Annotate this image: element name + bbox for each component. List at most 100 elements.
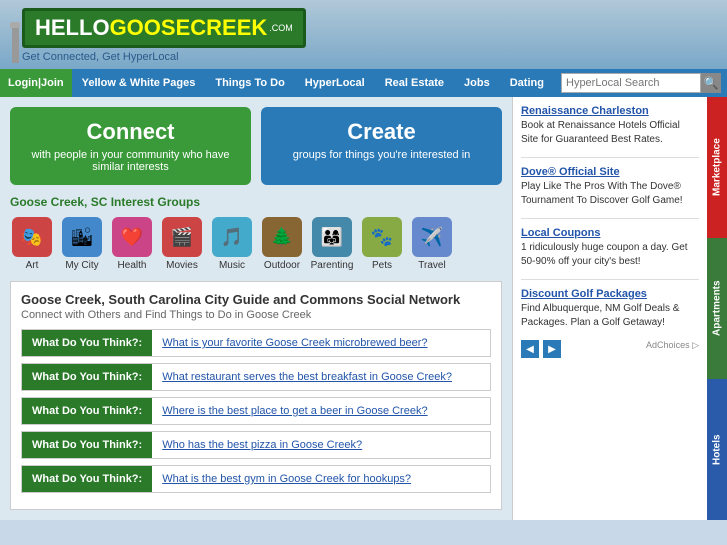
question-label-0: What Do You Think?: [22,330,152,356]
brand-tld: .COM [269,23,293,33]
question-label-2: What Do You Think?: [22,398,152,424]
mycity-icon: 🏙 [62,217,102,257]
ad-desc-2: 1 ridiculously huge coupon a day. Get 50… [521,241,699,269]
question-label-4: What Do You Think?: [22,466,152,492]
ad-divider-2 [521,279,699,280]
connect-create-row: Connect with people in your community wh… [10,107,502,185]
main-wrapper: Connect with people in your community wh… [0,97,727,520]
outdoor-label: Outdoor [264,260,300,271]
ad-prev-button[interactable]: ◀ [521,340,539,358]
ad-desc-1: Play Like The Pros With The Dove® Tourna… [521,180,699,208]
create-desc: groups for things you're interested in [277,149,486,161]
right-tabs: Marketplace Apartments Hotels [707,97,727,520]
ad-desc-0: Book at Renaissance Hotels Official Site… [521,119,699,147]
travel-icon: ✈️ [412,217,452,257]
music-icon: 🎵 [212,217,252,257]
interest-mycity[interactable]: 🏙 My City [60,217,104,271]
city-guide-subtitle: Connect with Others and Find Things to D… [21,309,491,321]
question-row-4: What Do You Think?: What is the best gym… [21,465,491,493]
music-label: Music [219,260,245,271]
ad-divider-1 [521,218,699,219]
nav-jobs[interactable]: Jobs [454,69,500,97]
ad-0: Renaissance Charleston Book at Renaissan… [521,105,699,147]
interest-music[interactable]: 🎵 Music [210,217,254,271]
main-content: Connect with people in your community wh… [0,97,707,520]
tab-hotels[interactable]: Hotels [707,379,727,520]
question-link-0[interactable]: What is your favorite Goose Creek microb… [152,330,437,356]
content-area: Connect with people in your community wh… [0,97,512,520]
city-guide: Goose Creek, South Carolina City Guide a… [10,281,502,510]
question-row-2: What Do You Think?: Where is the best pl… [21,397,491,425]
ad-2: Local Coupons 1 ridiculously huge coupon… [521,227,699,269]
mycity-label: My City [65,260,98,271]
ad-1: Dove® Official Site Play Like The Pros W… [521,166,699,208]
ad-title-3[interactable]: Discount Golf Packages [521,288,699,300]
login-join-button[interactable]: Login|Join [0,69,72,97]
question-row-1: What Do You Think?: What restaurant serv… [21,363,491,391]
ad-navigation: ◀ ▶ AdChoices ▷ [521,340,699,358]
create-box[interactable]: Create groups for things you're interest… [261,107,502,185]
interest-outdoor[interactable]: 🌲 Outdoor [260,217,304,271]
interest-pets[interactable]: 🐾 Pets [360,217,404,271]
question-label-3: What Do You Think?: [22,432,152,458]
search-input[interactable] [561,73,701,93]
question-row-0: What Do You Think?: What is your favorit… [21,329,491,357]
header: HELLO GOOSECREEK .COM Get Connected, Get… [0,0,727,69]
ad-divider-0 [521,157,699,158]
movies-label: Movies [166,260,198,271]
tagline: Get Connected, Get HyperLocal [22,51,179,63]
ad-desc-3: Find Albuquerque, NM Golf Deals & Packag… [521,302,699,330]
sidebar: Renaissance Charleston Book at Renaissan… [512,97,707,520]
brand-hello: HELLO [35,15,110,41]
connect-box[interactable]: Connect with people in your community wh… [10,107,251,185]
connect-title: Connect [26,119,235,145]
movies-icon: 🎬 [162,217,202,257]
interest-parenting[interactable]: 👨‍👩‍👧 Parenting [310,217,354,271]
question-row-3: What Do You Think?: Who has the best piz… [21,431,491,459]
art-icon: 🎭 [12,217,52,257]
parenting-label: Parenting [311,260,354,271]
nav-hyperlocal[interactable]: HyperLocal [295,69,375,97]
health-icon: ❤️ [112,217,152,257]
street-sign: HELLO GOOSECREEK .COM [22,8,306,48]
ad-title-0[interactable]: Renaissance Charleston [521,105,699,117]
parenting-icon: 👨‍👩‍👧 [312,217,352,257]
interest-art[interactable]: 🎭 Art [10,217,54,271]
art-label: Art [26,260,39,271]
nav-yellow-white[interactable]: Yellow & White Pages [72,69,206,97]
pole-body [12,28,19,63]
nav-dating[interactable]: Dating [500,69,554,97]
question-label-1: What Do You Think?: [22,364,152,390]
ad-title-1[interactable]: Dove® Official Site [521,166,699,178]
pets-icon: 🐾 [362,217,402,257]
question-link-4[interactable]: What is the best gym in Goose Creek for … [152,466,421,492]
pets-label: Pets [372,260,392,271]
connect-desc: with people in your community who have s… [26,149,235,173]
nav-real-estate[interactable]: Real Estate [375,69,454,97]
logo-wrap: HELLO GOOSECREEK .COM Get Connected, Get… [22,8,306,63]
interest-icons-list: 🎭 Art 🏙 My City ❤️ Health 🎬 Movies [10,217,502,271]
city-guide-title: Goose Creek, South Carolina City Guide a… [21,292,491,307]
search-button[interactable]: 🔍 [701,73,721,93]
ad-title-2[interactable]: Local Coupons [521,227,699,239]
travel-label: Travel [418,260,445,271]
brand-name: GOOSECREEK [110,15,268,41]
question-link-2[interactable]: Where is the best place to get a beer in… [152,398,437,424]
nav-bar: Login|Join Yellow & White Pages Things T… [0,69,727,97]
search-wrap: 🔍 [561,73,727,93]
ad-next-button[interactable]: ▶ [543,340,561,358]
interest-health[interactable]: ❤️ Health [110,217,154,271]
outdoor-icon: 🌲 [262,217,302,257]
pole [10,22,20,63]
ad-3: Discount Golf Packages Find Albuquerque,… [521,288,699,330]
nav-things-to-do[interactable]: Things To Do [205,69,294,97]
health-label: Health [118,260,147,271]
tab-marketplace[interactable]: Marketplace [707,97,727,238]
ad-choices-label: AdChoices ▷ [565,340,699,358]
question-link-3[interactable]: Who has the best pizza in Goose Creek? [152,432,372,458]
interest-groups-title: Goose Creek, SC Interest Groups [10,195,502,209]
question-link-1[interactable]: What restaurant serves the best breakfas… [152,364,462,390]
tab-apartments[interactable]: Apartments [707,238,727,379]
interest-movies[interactable]: 🎬 Movies [160,217,204,271]
interest-travel[interactable]: ✈️ Travel [410,217,454,271]
